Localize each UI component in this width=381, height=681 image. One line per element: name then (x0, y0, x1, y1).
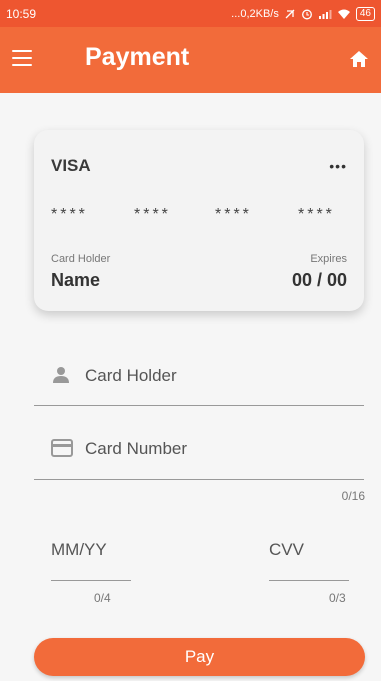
card-holder-underline (34, 405, 364, 406)
person-icon (53, 367, 69, 383)
card-number-counter: 0/16 (341, 489, 365, 503)
card-holder-label: Card Holder (51, 253, 111, 265)
data-saver-icon (285, 9, 295, 18)
alarm-icon (301, 9, 312, 19)
credit-card-preview: VISA ••• **** **** **** **** Card Holder… (34, 130, 364, 311)
cvv-field[interactable]: CVV (269, 540, 349, 582)
card-number-underline (34, 479, 364, 480)
cvv-underline (269, 580, 349, 581)
status-icons: ...0,2KB/s 46 (231, 6, 375, 21)
card-number-group: **** (134, 206, 171, 223)
card-number-input[interactable]: Card Number (85, 439, 187, 459)
card-number-group: **** (298, 206, 335, 223)
card-number-group: **** (51, 206, 88, 223)
cvv-input[interactable]: CVV (269, 540, 304, 560)
status-bar: 10:59 ...0,2KB/s 46 (0, 0, 381, 27)
pay-button[interactable]: Pay (34, 638, 365, 676)
expires-label: Expires (310, 253, 347, 265)
app-bar: Payment (0, 27, 381, 93)
card-number-group: **** (215, 206, 252, 223)
cvv-counter: 0/3 (329, 591, 346, 605)
home-icon[interactable] (349, 49, 369, 69)
signal-icon (318, 9, 332, 19)
expiry-counter: 0/4 (94, 591, 111, 605)
expiry-underline (51, 580, 131, 581)
expiry-field[interactable]: MM/YY (51, 540, 131, 582)
card-brand: VISA (51, 156, 91, 175)
card-number-field[interactable]: Card Number (34, 428, 364, 480)
status-time: 10:59 (6, 6, 37, 21)
expiry-input[interactable]: MM/YY (51, 540, 107, 560)
page-title: Payment (85, 43, 190, 71)
wifi-icon (337, 9, 350, 19)
menu-icon[interactable] (12, 50, 32, 68)
battery-icon: 46 (355, 6, 375, 21)
card-holder-input[interactable]: Card Holder (85, 366, 177, 386)
card-holder-value: Name (51, 270, 101, 290)
credit-card-icon (51, 439, 73, 457)
more-icon: ••• (329, 158, 347, 174)
expires-value: 00 / 00 (291, 270, 347, 290)
card-holder-field[interactable]: Card Holder (34, 355, 364, 407)
network-speed: ...0,2KB/s (231, 7, 279, 20)
